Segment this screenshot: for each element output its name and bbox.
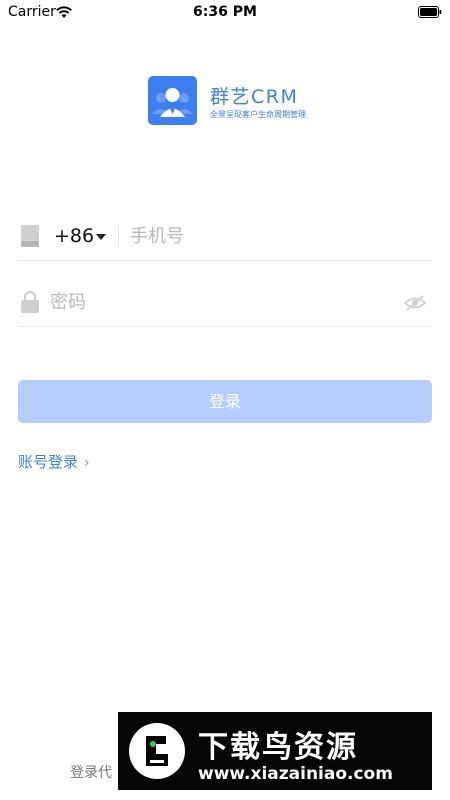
account-login-link[interactable]: 账号登录 ›	[18, 451, 90, 472]
phone-field-row: +86	[18, 212, 432, 261]
country-code-selector[interactable]: +86	[54, 225, 94, 247]
phone-input[interactable]	[130, 222, 420, 250]
footer-agreement-text: 登录代	[70, 765, 112, 781]
battery-icon	[418, 6, 442, 18]
watermark-url: www.xiazainiao.com	[198, 764, 393, 784]
app-logo	[148, 76, 197, 125]
app-name: 群艺CRM	[210, 86, 299, 108]
watermark-banner: 下载鸟资源 www.xiazainiao.com	[118, 712, 432, 790]
status-bar: Carrier 6:36 PM	[0, 0, 450, 24]
account-login-label: 账号登录	[18, 453, 79, 471]
watermark-title: 下载鸟资源	[198, 730, 358, 765]
eye-hidden-icon[interactable]	[404, 294, 426, 312]
caret-down-icon[interactable]	[96, 234, 106, 240]
status-time: 6:36 PM	[193, 4, 257, 20]
lock-icon	[21, 290, 39, 313]
chevron-right-icon: ›	[84, 455, 90, 471]
field-divider	[118, 225, 119, 247]
password-input[interactable]	[50, 288, 380, 316]
bird-logo-icon	[129, 723, 185, 779]
login-button[interactable]: 登录	[18, 380, 432, 423]
user-avatar-icon	[152, 88, 193, 117]
password-field-row	[18, 278, 432, 327]
app-slogan: 全景呈现客户生命周期管理	[210, 110, 306, 119]
phone-icon	[21, 225, 39, 247]
